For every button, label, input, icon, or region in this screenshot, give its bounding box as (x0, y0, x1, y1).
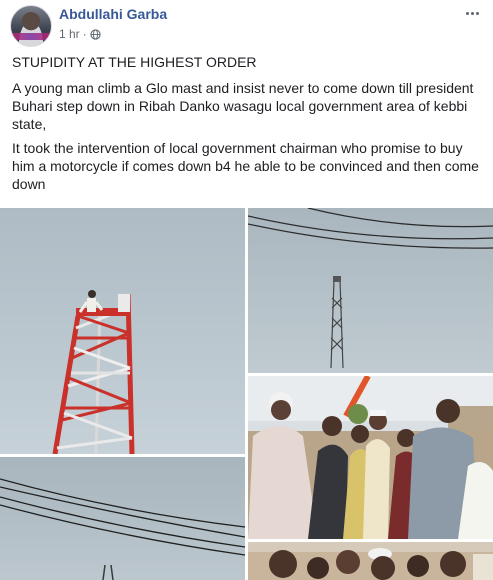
globe-icon (90, 28, 101, 40)
photo-distant-mast[interactable] (248, 208, 493, 373)
photo-power-lines[interactable] (0, 457, 245, 580)
photo-tower-climber[interactable] (0, 208, 245, 454)
post-paragraph: A young man climb a Glo mast and insist … (12, 80, 474, 132)
author-avatar[interactable] (10, 5, 52, 47)
photo-grid (0, 208, 493, 580)
post-heading: STUPIDITY AT THE HIGHEST ORDER (12, 54, 257, 70)
author-name-link[interactable]: Abdullahi Garba (59, 6, 167, 22)
post-header: Abdullahi Garba 1 hr · (0, 0, 493, 50)
post-text: STUPIDITY AT THE HIGHEST ORDER A young m… (12, 53, 482, 199)
more-options-icon[interactable] (463, 6, 481, 20)
post-meta: 1 hr · (59, 27, 101, 41)
meta-separator: · (82, 27, 87, 41)
photo-crowd[interactable] (248, 376, 493, 539)
post-timestamp[interactable]: 1 hr (59, 27, 80, 41)
photo-crowd-closeup[interactable] (248, 542, 493, 580)
post-paragraph: It took the intervention of local govern… (12, 140, 479, 192)
